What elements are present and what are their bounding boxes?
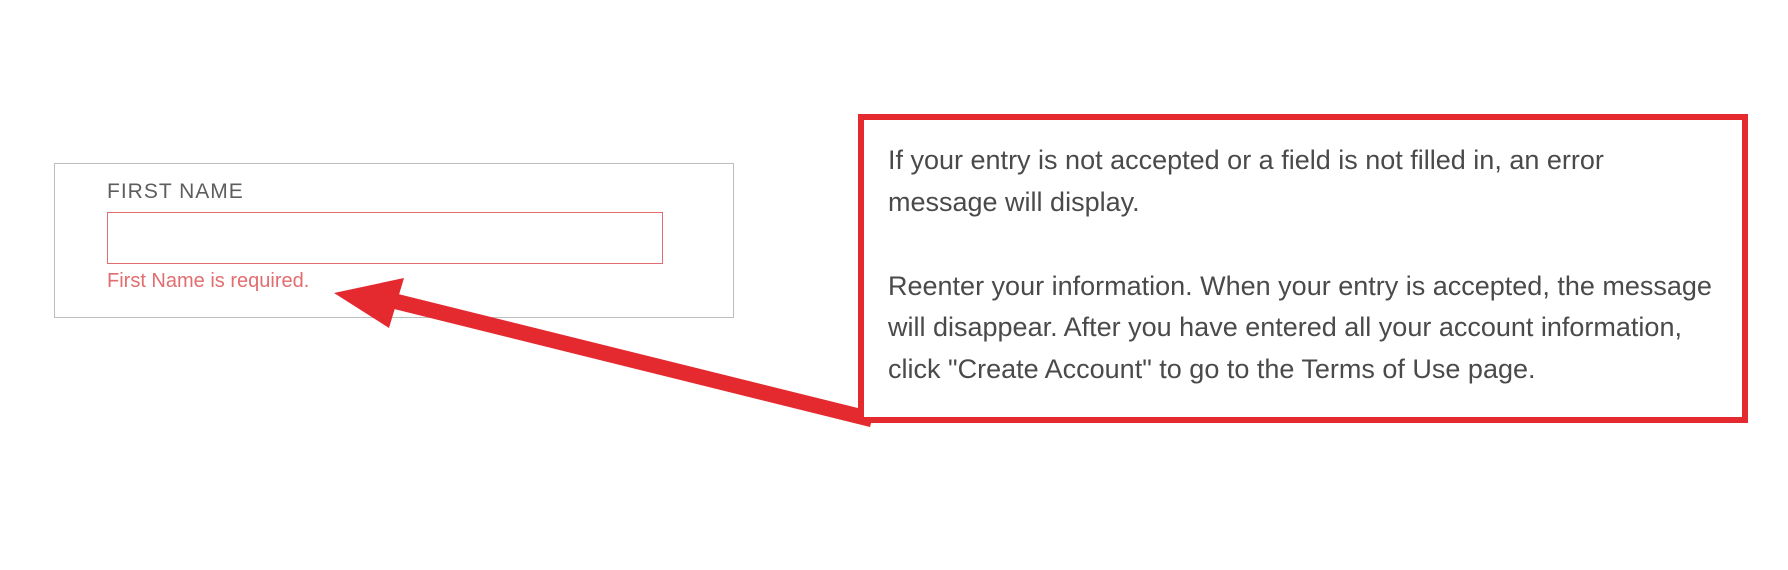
first-name-label: FIRST NAME <box>107 180 697 204</box>
first-name-error-message: First Name is required. <box>107 270 697 293</box>
form-example-box: FIRST NAME First Name is required. <box>54 163 734 318</box>
instruction-callout-text: If your entry is not accepted or a field… <box>888 140 1718 391</box>
doc-canvas: FIRST NAME First Name is required. If yo… <box>0 0 1788 570</box>
first-name-input[interactable] <box>107 212 663 264</box>
instruction-callout: If your entry is not accepted or a field… <box>858 114 1748 423</box>
